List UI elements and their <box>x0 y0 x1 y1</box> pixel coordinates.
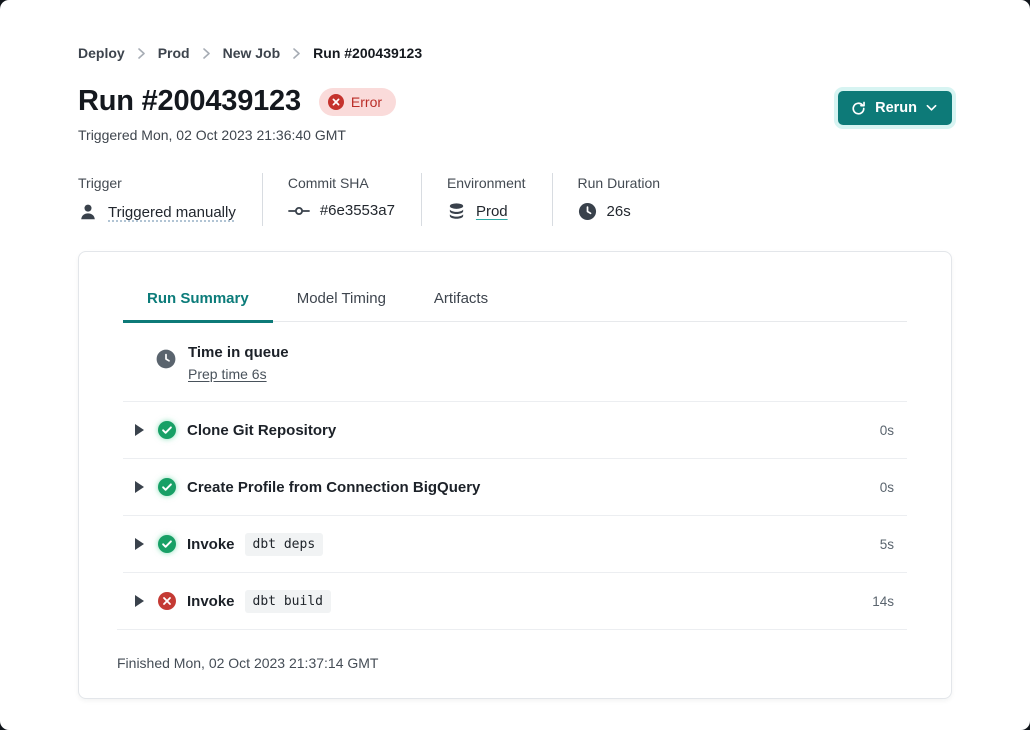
step-command: dbt build <box>245 590 331 613</box>
meta-commit-value: #6e3553a7 <box>320 202 395 219</box>
app-viewport: Deploy Prod New Job Run #200439123 Run #… <box>0 0 1030 730</box>
finished-timestamp: Finished Mon, 02 Oct 2023 21:37:14 GMT <box>117 629 907 698</box>
meta-environment-label: Environment <box>447 175 526 191</box>
breadcrumb: Deploy Prod New Job Run #200439123 <box>78 0 952 61</box>
page-title: Run #200439123 <box>78 85 301 118</box>
breadcrumb-new-job[interactable]: New Job <box>223 45 281 61</box>
run-meta-strip: Trigger Triggered manually Commit SHA #6… <box>78 173 952 226</box>
chevron-right-icon <box>138 48 145 59</box>
step-row-dbt-deps[interactable]: Invoke dbt deps 5s <box>123 515 907 572</box>
expand-triangle-icon[interactable] <box>135 424 144 436</box>
database-icon <box>447 202 466 221</box>
success-check-icon <box>158 535 176 553</box>
rerun-button[interactable]: Rerun <box>838 91 952 125</box>
expand-triangle-icon[interactable] <box>135 538 144 550</box>
rerun-button-label: Rerun <box>875 100 917 116</box>
error-circle-icon <box>158 592 176 610</box>
success-check-icon <box>158 478 176 496</box>
queue-title: Time in queue <box>188 344 289 361</box>
meta-trigger-label: Trigger <box>78 175 236 191</box>
expand-triangle-icon[interactable] <box>135 595 144 607</box>
meta-run-duration: Run Duration 26s <box>552 173 687 226</box>
tab-artifacts[interactable]: Artifacts <box>410 284 512 323</box>
meta-commit-label: Commit SHA <box>288 175 395 191</box>
meta-duration-label: Run Duration <box>578 175 661 191</box>
queue-summary: Time in queue Prep time 6s <box>123 322 907 401</box>
expand-triangle-icon[interactable] <box>135 481 144 493</box>
step-duration: 0s <box>880 480 907 495</box>
run-details-card: Run Summary Model Timing Artifacts Time … <box>78 251 952 699</box>
prep-time-link[interactable]: Prep time 6s <box>188 366 267 382</box>
step-row-create-profile[interactable]: Create Profile from Connection BigQuery … <box>123 458 907 515</box>
page-header: Run #200439123 Error Triggered Mon, 02 O… <box>78 85 952 143</box>
tab-bar: Run Summary Model Timing Artifacts <box>123 284 907 322</box>
clock-icon <box>156 349 176 369</box>
meta-environment: Environment Prod <box>421 173 552 226</box>
meta-trigger: Trigger Triggered manually <box>78 173 262 226</box>
error-circle-icon <box>328 94 344 110</box>
step-name: Invoke <box>187 593 235 610</box>
meta-environment-value[interactable]: Prod <box>476 203 508 220</box>
chevron-right-icon <box>203 48 210 59</box>
status-badge-label: Error <box>351 94 382 110</box>
step-duration: 0s <box>880 423 907 438</box>
meta-duration-value: 26s <box>607 203 631 220</box>
person-icon <box>78 202 98 222</box>
step-duration: 5s <box>880 537 907 552</box>
chevron-right-icon <box>293 48 300 59</box>
step-name: Create Profile from Connection BigQuery <box>187 479 480 496</box>
breadcrumb-prod[interactable]: Prod <box>158 45 190 61</box>
breadcrumb-deploy[interactable]: Deploy <box>78 45 125 61</box>
refresh-icon <box>851 101 866 116</box>
step-row-clone-git[interactable]: Clone Git Repository 0s <box>123 401 907 458</box>
clock-icon <box>578 202 597 221</box>
step-command: dbt deps <box>245 533 324 556</box>
success-check-icon <box>158 421 176 439</box>
status-badge: Error <box>319 88 396 116</box>
step-name: Invoke <box>187 536 235 553</box>
triggered-timestamp: Triggered Mon, 02 Oct 2023 21:36:40 GMT <box>78 127 396 143</box>
meta-trigger-value[interactable]: Triggered manually <box>108 204 236 221</box>
step-row-dbt-build[interactable]: Invoke dbt build 14s <box>123 572 907 629</box>
meta-commit-sha: Commit SHA #6e3553a7 <box>262 173 421 226</box>
commit-icon <box>288 205 310 217</box>
breadcrumb-run: Run #200439123 <box>313 45 422 61</box>
tab-model-timing[interactable]: Model Timing <box>273 284 410 323</box>
step-duration: 14s <box>872 594 907 609</box>
chevron-down-icon <box>926 104 937 112</box>
tab-run-summary[interactable]: Run Summary <box>123 284 273 323</box>
step-name: Clone Git Repository <box>187 422 336 439</box>
